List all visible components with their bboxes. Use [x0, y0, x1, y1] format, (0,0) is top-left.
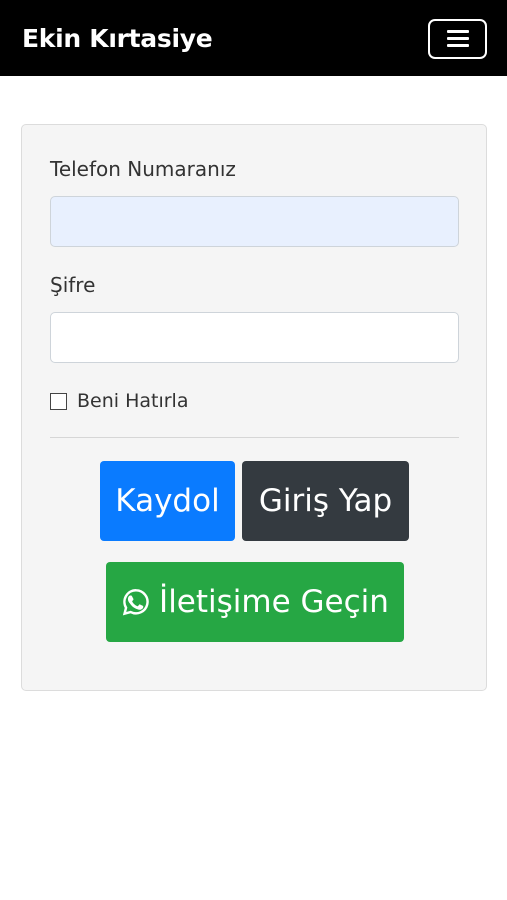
login-card: Telefon Numaranız Şifre Beni Hatırla Kay…	[21, 124, 487, 691]
remember-checkbox[interactable]	[50, 392, 67, 410]
divider	[50, 437, 459, 438]
hamburger-menu-icon	[447, 30, 469, 48]
menu-toggle-button[interactable]	[428, 19, 487, 59]
phone-input[interactable]	[50, 196, 459, 247]
whatsapp-icon	[122, 589, 149, 616]
remember-me[interactable]: Beni Hatırla	[50, 389, 188, 413]
remember-label[interactable]: Beni Hatırla	[77, 390, 188, 412]
navbar: Ekin Kırtasiye	[0, 0, 507, 76]
brand-title[interactable]: Ekin Kırtasiye	[22, 22, 213, 56]
password-label: Şifre	[50, 273, 96, 297]
register-button[interactable]: Kaydol	[100, 461, 235, 541]
contact-button[interactable]: İletişime Geçin	[106, 562, 404, 642]
login-button[interactable]: Giriş Yap	[242, 461, 409, 541]
contact-button-label: İletişime Geçin	[159, 584, 389, 620]
phone-label: Telefon Numaranız	[50, 157, 236, 181]
password-input[interactable]	[50, 312, 459, 363]
